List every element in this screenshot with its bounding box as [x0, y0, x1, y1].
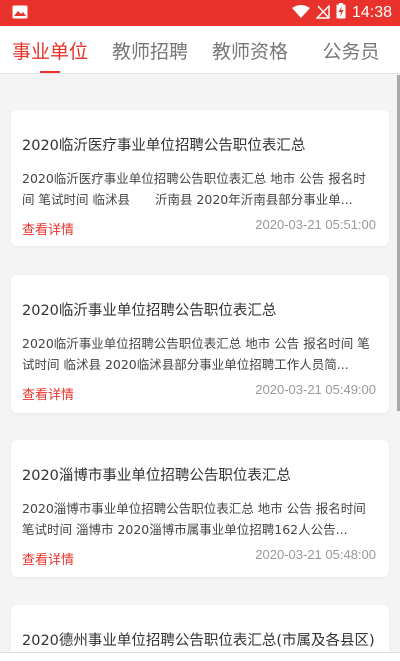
- image-icon: [12, 4, 28, 23]
- wifi-icon: [291, 4, 310, 23]
- category-tab-bar: 事业单位 教师招聘 教师资格 公务员: [0, 26, 400, 74]
- tab-civil-servant[interactable]: 公务员: [320, 26, 382, 74]
- no-signal-icon: [315, 3, 330, 23]
- grid-icon[interactable]: [136, 655, 162, 661]
- article-title: 2020临沂事业单位招聘公告职位表汇总: [22, 303, 277, 319]
- home-icon[interactable]: [38, 655, 62, 661]
- article-title: 2020德州事业单位招聘公告职位表汇总(市属及各县区): [22, 633, 375, 649]
- status-time: 14:38: [351, 4, 392, 21]
- bottom-navigation: [0, 652, 400, 661]
- edit-icon[interactable]: [252, 655, 266, 661]
- article-date: 2020-03-21 05:49:00: [255, 382, 376, 397]
- tab-teacher-qualification[interactable]: 教师资格: [210, 26, 290, 74]
- article-summary: 2020淄博市事业单位招聘公告职位表汇总 地市 公告 报名时间 笔试时间 淄博市…: [22, 501, 366, 537]
- battery-charging-icon: [336, 3, 346, 23]
- article-title: 2020临沂医疗事业单位招聘公告职位表汇总: [22, 138, 306, 154]
- article-title: 2020淄博市事业单位招聘公告职位表汇总: [22, 468, 291, 484]
- tab-teacher-recruitment[interactable]: 教师招聘: [110, 26, 190, 74]
- status-bar: 14:38: [0, 0, 400, 26]
- profile-icon[interactable]: [340, 655, 358, 661]
- view-details-link[interactable]: 查看详情: [22, 549, 74, 568]
- article-date: 2020-03-21 05:51:00: [255, 217, 376, 232]
- article-summary: 2020临沂事业单位招聘公告职位表汇总 地市 公告 报名时间 笔试时间 临沭县 …: [22, 336, 370, 372]
- tab-public-institution[interactable]: 事业单位: [10, 26, 90, 74]
- article-list[interactable]: 2020临沂医疗事业单位招聘公告职位表汇总 2020临沂医疗事业单位招聘公告职位…: [0, 75, 400, 661]
- active-tab-indicator: [40, 71, 60, 73]
- article-card[interactable]: 2020临沂医疗事业单位招聘公告职位表汇总 2020临沂医疗事业单位招聘公告职位…: [11, 110, 389, 246]
- article-date: 2020-03-21 05:48:00: [255, 547, 376, 562]
- article-summary: 2020临沂医疗事业单位招聘公告职位表汇总 地市 公告 报名时间 笔试时间 临沭…: [22, 171, 366, 207]
- view-details-link[interactable]: 查看详情: [22, 219, 74, 238]
- article-card[interactable]: 2020临沂事业单位招聘公告职位表汇总 2020临沂事业单位招聘公告职位表汇总 …: [11, 275, 389, 413]
- view-details-link[interactable]: 查看详情: [22, 384, 74, 403]
- article-card[interactable]: 2020淄博市事业单位招聘公告职位表汇总 2020淄博市事业单位招聘公告职位表汇…: [11, 440, 389, 577]
